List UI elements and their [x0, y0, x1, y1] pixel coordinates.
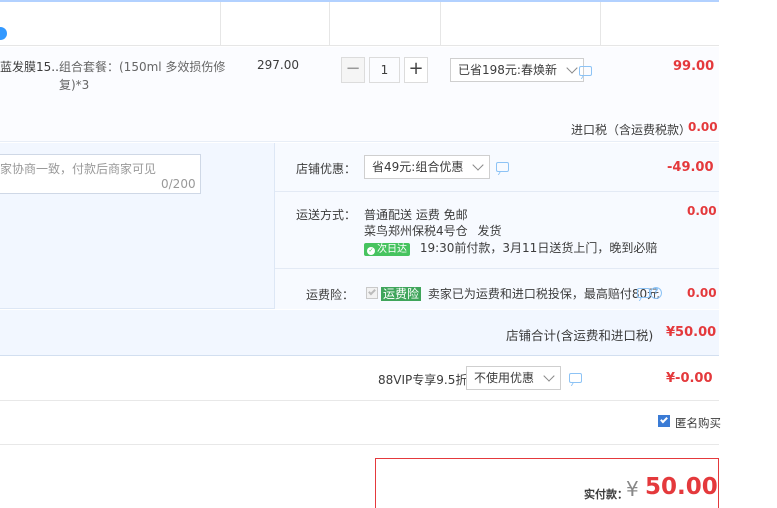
shipping-warehouse: 菜鸟郑州保税4号仓 [364, 224, 468, 238]
insurance-value: 0.00 [687, 286, 717, 300]
panel-divider [274, 143, 275, 309]
shipping-value: 0.00 [687, 204, 717, 218]
anonymous-checkbox[interactable] [658, 415, 670, 427]
item-promo-select[interactable]: 已省198元:春焕新 [450, 58, 584, 82]
chevron-down-icon [543, 370, 555, 382]
message-icon[interactable] [496, 162, 509, 172]
row-divider [275, 191, 719, 192]
item-name[interactable]: 蓝发膜15... [0, 58, 63, 75]
shop-discount-select[interactable]: 省49元:组合优惠 [364, 155, 491, 179]
item-sku: 组合套餐：(150ml 多效损伤修复)*3 [59, 60, 226, 92]
help-icon[interactable]: ? [650, 287, 662, 299]
insurance-text: 卖家已为运费和进口税投保，最高赔付80元 [427, 287, 660, 301]
insurance-tag: 运费险 [381, 287, 422, 301]
shop-discount-select-value: 省49元:组合优惠 [372, 160, 464, 174]
vip-discount-select[interactable]: 不使用优惠 [466, 366, 562, 390]
pay-label: 实付款： [584, 488, 628, 501]
anonymous-row [0, 401, 719, 445]
shipping-label: 运送方式： [296, 208, 357, 222]
shop-total-label: 店铺合计(含运费和进口税) [506, 328, 654, 343]
insurance-label: 运费险： [306, 288, 355, 302]
seller-memo-counter: 0/200 [161, 177, 196, 191]
shop-discount-label: 店铺优惠： [296, 162, 357, 176]
seller-memo-placeholder: 家协商一致，付款后商家可见 [0, 162, 157, 176]
shop-discount-value: -49.00 [667, 160, 714, 175]
vip-discount-select-value: 不使用优惠 [474, 371, 535, 385]
shop-total-value: ¥50.00 [666, 325, 717, 340]
pay-amount: 50.00 [645, 474, 718, 500]
shipping-eta: 19:30前付款，3月11日送货上门，晚到必赔 [419, 241, 658, 255]
pay-currency: ¥ [626, 477, 639, 501]
message-icon[interactable] [569, 373, 582, 383]
message-icon[interactable] [637, 288, 650, 298]
next-day-badge-text: 次日达 [377, 244, 407, 255]
insurance-info: 运费险 卖家已为运费和进口税投保，最高赔付80元 [381, 285, 659, 302]
check-icon [368, 287, 376, 296]
item-subtotal: 99.00 [673, 59, 715, 74]
shipping-method: 普通配送 运费 免邮 [364, 208, 468, 222]
column-header-row [0, 2, 719, 46]
import-tax-label: 进口税（含运费税款） [571, 123, 692, 137]
quantity-plus-button[interactable]: + [404, 57, 428, 83]
next-day-badge: ✓ 次日达 [364, 243, 410, 256]
check-icon: ✓ [367, 247, 375, 255]
item-promo-select-value: 已省198元:春焕新 [458, 63, 557, 77]
anonymous-label[interactable]: 匿名购买 [675, 415, 721, 431]
row-divider [275, 268, 719, 269]
quantity-minus-button[interactable]: − [341, 57, 365, 83]
import-tax-value: 0.00 [688, 120, 718, 134]
chevron-down-icon [472, 159, 484, 171]
vip-discount-row [0, 357, 719, 401]
message-icon[interactable] [579, 66, 592, 76]
chevron-down-icon [566, 62, 578, 74]
shipping-eta-line: ✓ 次日达 19:30前付款，3月11日送货上门，晚到必赔 [364, 239, 657, 256]
item-unit-price: 297.00 [257, 58, 299, 72]
shipping-dispatch: 发货 [477, 224, 502, 238]
shipping-warehouse-line: 菜鸟郑州保税4号仓 发货 [364, 222, 501, 239]
quantity-input[interactable]: 1 [369, 57, 400, 83]
check-icon [660, 415, 668, 424]
insurance-checkbox[interactable] [366, 287, 378, 299]
vip-value: ¥-0.00 [666, 371, 713, 386]
quantity-stepper: − 1 + [341, 57, 428, 83]
vip-label: 88VIP专享9.5折 [378, 373, 468, 387]
